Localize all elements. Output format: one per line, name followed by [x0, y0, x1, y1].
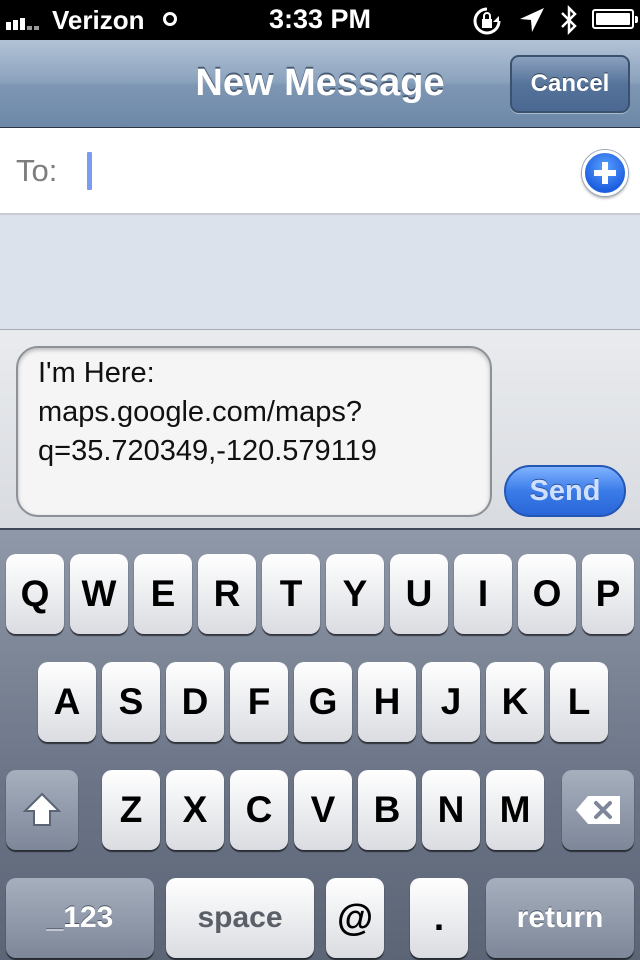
key-k[interactable]: K [486, 662, 544, 742]
key-x[interactable]: X [166, 770, 224, 850]
shift-key[interactable] [6, 770, 78, 850]
key-m[interactable]: M [486, 770, 544, 850]
key-v[interactable]: V [294, 770, 352, 850]
key-i[interactable]: I [454, 554, 512, 634]
key-d[interactable]: D [166, 662, 224, 742]
status-bar: Verizon 3:33 PM [0, 0, 640, 40]
text-cursor [87, 152, 92, 190]
key-at[interactable]: @ [326, 878, 384, 958]
conversation-area [0, 215, 640, 329]
key-c[interactable]: C [230, 770, 288, 850]
key-e[interactable]: E [134, 554, 192, 634]
message-line: I'm Here: [38, 357, 155, 389]
bluetooth-icon [561, 4, 577, 36]
shift-arrow-icon [22, 792, 62, 826]
recipient-field[interactable]: To: [0, 128, 640, 215]
key-s[interactable]: S [102, 662, 160, 742]
key-r[interactable]: R [198, 554, 256, 634]
key-q[interactable]: Q [6, 554, 64, 634]
message-text: I'm Here: maps.google.com/maps? q=35.720… [38, 354, 377, 471]
to-label: To: [16, 153, 58, 188]
key-b[interactable]: B [358, 770, 416, 850]
return-key[interactable]: return [486, 878, 634, 958]
backspace-key[interactable] [562, 770, 634, 850]
message-line: maps.google.com/maps? [38, 396, 362, 428]
space-key[interactable]: space [166, 878, 314, 958]
location-arrow-icon [520, 8, 544, 32]
key-w[interactable]: W [70, 554, 128, 634]
cancel-button[interactable]: Cancel [510, 55, 630, 113]
keyboard: Q W E R T Y U I O P A S D F G H J K L Z … [0, 528, 640, 960]
key-f[interactable]: F [230, 662, 288, 742]
key-j[interactable]: J [422, 662, 480, 742]
rotation-lock-icon [473, 7, 501, 35]
message-input[interactable]: I'm Here: maps.google.com/maps? q=35.720… [16, 346, 492, 517]
add-contact-icon[interactable] [582, 150, 628, 196]
compose-bar: I'm Here: maps.google.com/maps? q=35.720… [0, 329, 640, 528]
key-n[interactable]: N [422, 770, 480, 850]
backspace-icon [576, 796, 620, 824]
key-p[interactable]: P [582, 554, 634, 634]
key-u[interactable]: U [390, 554, 448, 634]
key-y[interactable]: Y [326, 554, 384, 634]
key-h[interactable]: H [358, 662, 416, 742]
battery-icon [592, 9, 638, 29]
key-a[interactable]: A [38, 662, 96, 742]
send-button[interactable]: Send [504, 465, 626, 517]
key-t[interactable]: T [262, 554, 320, 634]
key-z[interactable]: Z [102, 770, 160, 850]
key-dot[interactable]: . [410, 878, 468, 958]
numbers-key[interactable]: _123 [6, 878, 154, 958]
key-o[interactable]: O [518, 554, 576, 634]
message-line: q=35.720349,-120.579119 [38, 435, 377, 467]
key-l[interactable]: L [550, 662, 608, 742]
navigation-bar: New Message Cancel [0, 40, 640, 128]
key-g[interactable]: G [294, 662, 352, 742]
